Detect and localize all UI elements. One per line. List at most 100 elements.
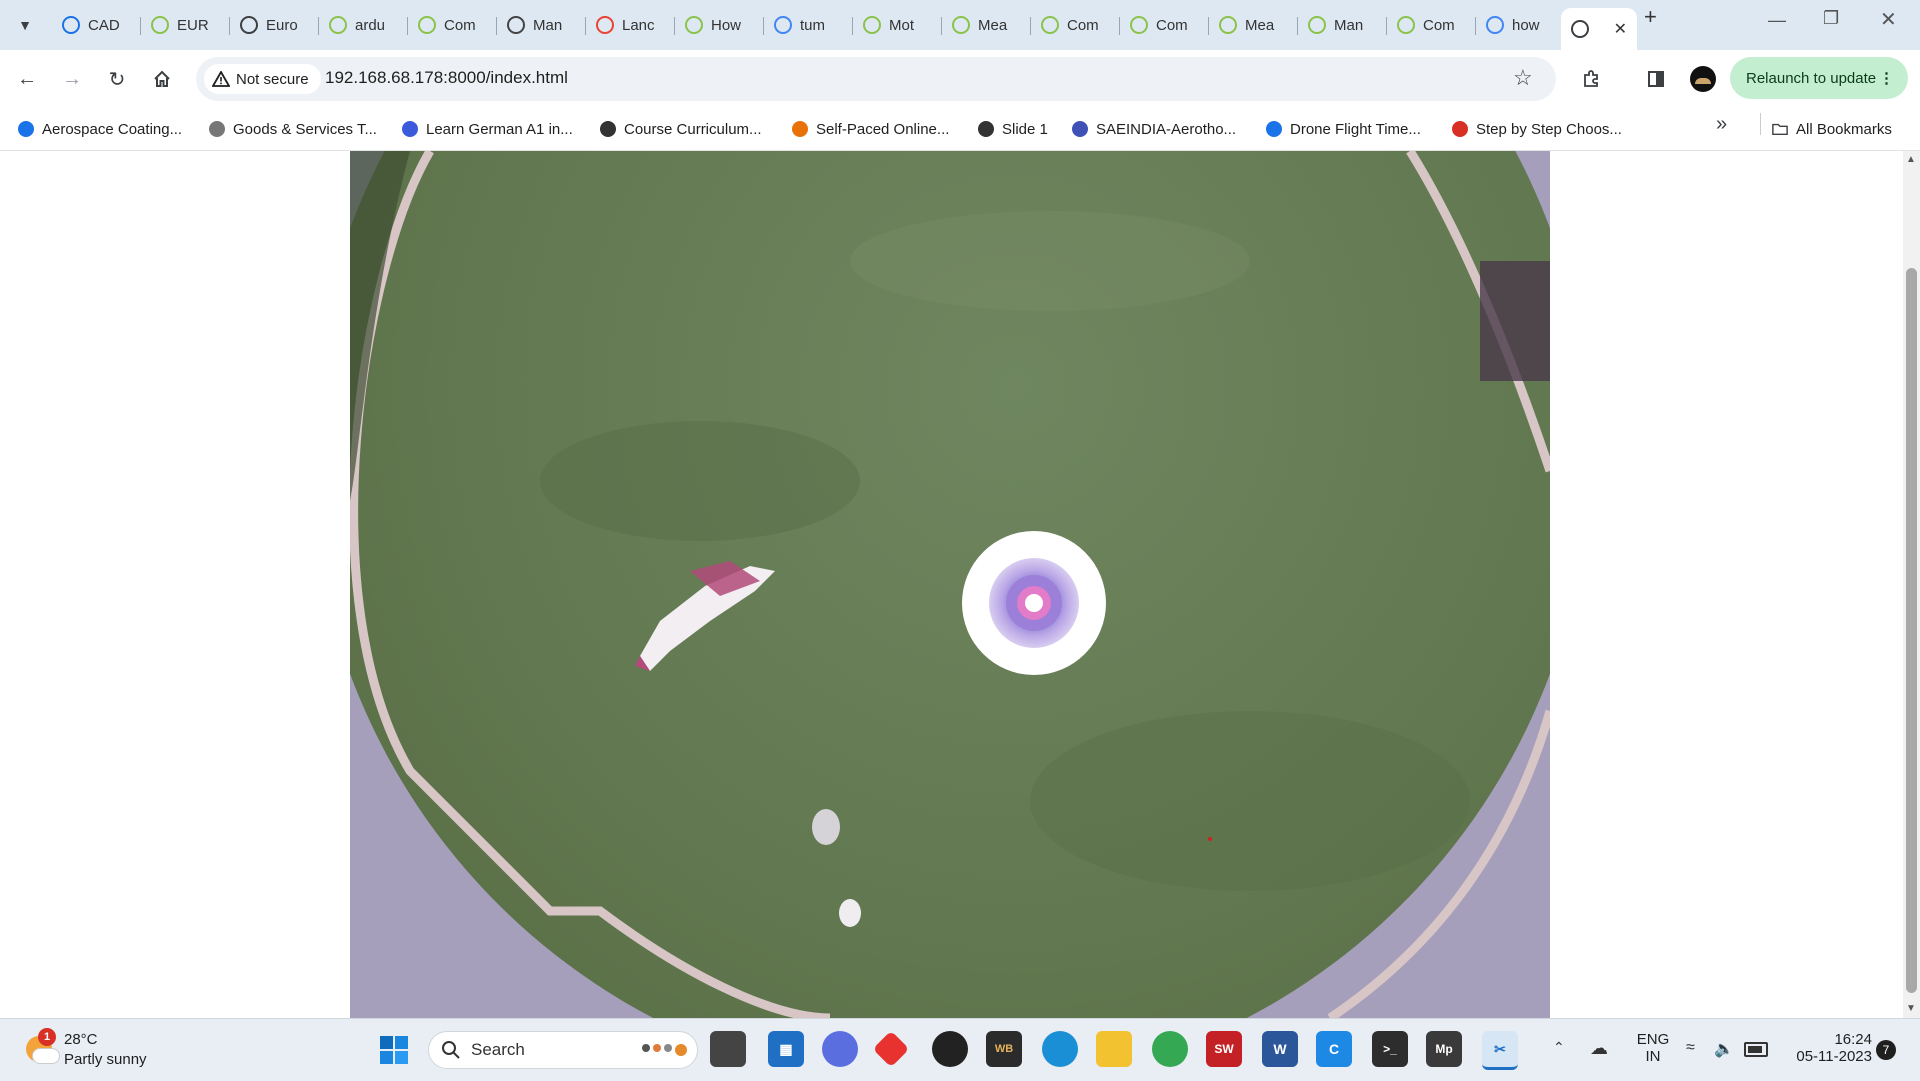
browser-tab[interactable]: Com bbox=[1120, 8, 1209, 42]
browser-tab[interactable]: EUR bbox=[141, 8, 230, 42]
tab-favicon bbox=[1041, 16, 1059, 34]
google-icon bbox=[1486, 16, 1504, 34]
browser-tab[interactable]: ardu bbox=[319, 8, 408, 42]
store-app-icon[interactable]: ▦ bbox=[768, 1031, 804, 1067]
search-placeholder: Search bbox=[471, 1040, 525, 1059]
chatgpt-icon bbox=[507, 16, 525, 34]
bookmark-item[interactable]: Goods & Services T... bbox=[209, 115, 377, 143]
extensions-button[interactable] bbox=[1574, 62, 1608, 96]
language-indicator[interactable]: ENG IN bbox=[1636, 1031, 1670, 1065]
terminal-app-icon[interactable]: >_ bbox=[1372, 1031, 1408, 1067]
bookmark-item[interactable]: Slide 1 bbox=[978, 115, 1048, 143]
profile-avatar[interactable] bbox=[1690, 66, 1716, 92]
tab-search-button[interactable]: ▼ bbox=[8, 8, 42, 42]
google-drive-icon bbox=[62, 16, 80, 34]
bookmark-item[interactable]: Step by Step Choos... bbox=[1452, 115, 1622, 143]
minimize-button[interactable]: — bbox=[1768, 10, 1786, 31]
more-bookmarks-button[interactable]: » bbox=[1716, 113, 1727, 136]
relaunch-to-update-button[interactable]: Relaunch to update ⋮ bbox=[1730, 57, 1908, 99]
bookmark-item[interactable]: Learn German A1 in... bbox=[402, 115, 573, 143]
browser-tab[interactable]: Mea bbox=[942, 8, 1031, 42]
forward-button[interactable]: → bbox=[55, 62, 89, 96]
chevron-down-icon: ▼ bbox=[18, 17, 32, 33]
security-chip[interactable]: Not secure bbox=[204, 64, 321, 94]
bookmark-label: SAEINDIA-Aerotho... bbox=[1096, 120, 1237, 138]
all-bookmarks-label: All Bookmarks bbox=[1796, 120, 1892, 138]
browser-tab[interactable]: ✕ bbox=[1561, 8, 1637, 50]
bookmark-item[interactable]: Aerospace Coating... bbox=[18, 115, 182, 143]
restore-button[interactable]: ❐ bbox=[1823, 8, 1839, 29]
chrome-app-icon[interactable] bbox=[1152, 1031, 1188, 1067]
bookmark-label: Step by Step Choos... bbox=[1476, 120, 1622, 138]
tab-label: how bbox=[1512, 16, 1540, 34]
browser-tab[interactable]: CAD bbox=[52, 8, 141, 42]
browser-tab[interactable]: Com bbox=[1031, 8, 1120, 42]
browser-tab[interactable]: Mea bbox=[1209, 8, 1298, 42]
wb-app-icon[interactable]: WB bbox=[986, 1031, 1022, 1067]
snipping-tool-app-icon[interactable]: ✂ bbox=[1482, 1031, 1518, 1070]
taskbar-search[interactable]: Search bbox=[428, 1031, 698, 1069]
solidworks-app-icon[interactable]: SW bbox=[1206, 1031, 1242, 1067]
globe-icon bbox=[240, 16, 258, 34]
bookmark-favicon-icon bbox=[978, 121, 994, 137]
tab-close-icon[interactable]: ✕ bbox=[1614, 19, 1627, 39]
url-text[interactable]: 192.168.68.178:8000/index.html bbox=[325, 68, 568, 88]
window-close-button[interactable]: ✕ bbox=[1880, 7, 1897, 32]
browser-tab[interactable]: How bbox=[675, 8, 764, 42]
file-explorer-app-icon[interactable] bbox=[1096, 1031, 1132, 1067]
weather-temp[interactable]: 28°C bbox=[64, 1031, 98, 1048]
puzzle-icon bbox=[1584, 70, 1598, 87]
tray-overflow-button[interactable]: ⌃ bbox=[1553, 1039, 1565, 1056]
browser-tab[interactable]: Mot bbox=[853, 8, 942, 42]
weather-widget[interactable]: 1 bbox=[24, 1028, 60, 1064]
notification-badge[interactable]: 7 bbox=[1876, 1040, 1896, 1060]
tab-label: tum bbox=[800, 16, 826, 34]
mission-planner-app-icon[interactable]: Mp bbox=[1426, 1031, 1462, 1067]
browser-tab[interactable]: tum bbox=[764, 8, 853, 42]
copilot-app-icon[interactable] bbox=[822, 1031, 858, 1067]
restore-icon: ❐ bbox=[1823, 8, 1840, 28]
browser-tab[interactable]: Man bbox=[497, 8, 586, 42]
edge-app-icon[interactable] bbox=[1042, 1031, 1078, 1067]
word-app-icon[interactable]: W bbox=[1262, 1031, 1298, 1067]
tab-label: Man bbox=[1334, 16, 1364, 34]
browser-tab[interactable]: how bbox=[1476, 8, 1565, 42]
clock[interactable]: 16:24 05-11-2023 bbox=[1780, 1031, 1872, 1065]
back-button[interactable]: ← bbox=[10, 62, 44, 96]
weather-desc[interactable]: Partly sunny bbox=[64, 1051, 147, 1068]
browser-tab[interactable]: Man bbox=[1298, 8, 1387, 42]
tab-label: Mea bbox=[1245, 16, 1275, 34]
browser-tab[interactable]: Com bbox=[408, 8, 497, 42]
side-panel-button[interactable] bbox=[1639, 62, 1673, 96]
new-tab-button[interactable]: + bbox=[1644, 4, 1657, 30]
bookmark-star-button[interactable]: ☆ bbox=[1513, 65, 1533, 91]
tab-favicon bbox=[1219, 16, 1237, 34]
browser-tab[interactable]: Lanc bbox=[586, 8, 675, 42]
wifi-icon[interactable]: ≈ bbox=[1686, 1039, 1695, 1057]
reload-button[interactable]: ↻ bbox=[100, 62, 134, 96]
scroll-up-arrow-icon[interactable]: ▲ bbox=[1906, 154, 1916, 165]
obs-app-icon[interactable] bbox=[932, 1031, 968, 1067]
arrow-right-icon: → bbox=[62, 67, 82, 90]
bookmark-item[interactable]: SAEINDIA-Aerotho... bbox=[1072, 115, 1236, 143]
bookmark-item[interactable]: Drone Flight Time... bbox=[1266, 115, 1421, 143]
volume-icon[interactable]: 🔈 bbox=[1714, 1039, 1734, 1059]
home-button[interactable] bbox=[145, 62, 179, 96]
browser-tab[interactable]: Euro bbox=[230, 8, 319, 42]
onedrive-icon[interactable]: ☁ bbox=[1590, 1038, 1608, 1059]
all-bookmarks-button[interactable]: All Bookmarks bbox=[1772, 115, 1892, 143]
scroll-thumb[interactable] bbox=[1906, 268, 1917, 993]
plus-icon: + bbox=[1644, 4, 1657, 29]
tab-favicon bbox=[1308, 16, 1326, 34]
tab-label: Euro bbox=[266, 16, 298, 34]
battery-icon[interactable] bbox=[1744, 1042, 1768, 1057]
bookmark-item[interactable]: Course Curriculum... bbox=[600, 115, 762, 143]
google-icon bbox=[774, 16, 792, 34]
c-app-icon[interactable]: C bbox=[1316, 1031, 1352, 1067]
start-button[interactable] bbox=[378, 1034, 410, 1066]
tab-label: Lanc bbox=[622, 16, 655, 34]
task-view-app-icon[interactable] bbox=[710, 1031, 746, 1067]
browser-tab[interactable]: Com bbox=[1387, 8, 1476, 42]
bookmark-item[interactable]: Self-Paced Online... bbox=[792, 115, 949, 143]
scroll-down-arrow-icon[interactable]: ▼ bbox=[1906, 1003, 1916, 1014]
